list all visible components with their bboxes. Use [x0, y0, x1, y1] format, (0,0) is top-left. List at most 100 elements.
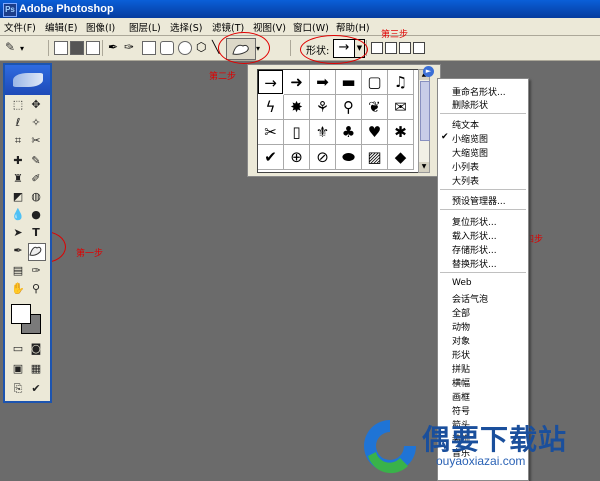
standard-mode-icon[interactable]: ▭ — [10, 341, 26, 357]
shape-cell[interactable]: ♣ — [336, 120, 362, 145]
hand-tool-icon[interactable]: ✋ — [10, 281, 26, 297]
healing-brush-icon[interactable]: ✚ — [10, 153, 26, 169]
menu-edit[interactable]: 编辑(E) — [45, 20, 77, 34]
shape-cell[interactable]: ➡ — [310, 70, 336, 95]
shape-cell[interactable]: ▯ — [284, 120, 310, 145]
shape-cell[interactable]: ◆ — [388, 145, 414, 170]
zoom-tool-icon[interactable]: ⚲ — [28, 281, 44, 297]
menu-item-library[interactable]: Web — [452, 278, 472, 288]
shape-cell[interactable]: ♫ — [388, 70, 414, 95]
fill-pixels-mode-icon[interactable] — [86, 41, 100, 55]
menu-file[interactable]: 文件(F) — [4, 20, 36, 34]
menu-item-text-only[interactable]: 纯文本 — [452, 118, 479, 131]
fullscreen-mode-icon[interactable]: ▦ — [28, 361, 44, 377]
clone-stamp-icon[interactable]: ♜ — [10, 171, 26, 187]
shape-cell[interactable]: ✸ — [284, 95, 310, 120]
exclude-mode-icon[interactable] — [413, 42, 425, 54]
shape-cell[interactable]: ➜ — [284, 70, 310, 95]
custom-shape-tool-icon[interactable] — [28, 243, 46, 261]
shape-cell[interactable]: ⚲ — [336, 95, 362, 120]
shape-cell[interactable]: ❦ — [362, 95, 388, 120]
shape-cell[interactable]: ✉ — [388, 95, 414, 120]
pen-tool-icon[interactable]: ✒ — [10, 243, 26, 259]
menu-item-library[interactable]: 画框 — [452, 390, 470, 403]
shape-cell[interactable]: ⬬ — [336, 145, 362, 170]
shape-cell[interactable]: ▬ — [336, 70, 362, 95]
intersect-mode-icon[interactable] — [399, 42, 411, 54]
picker-menu-button[interactable]: ► — [423, 66, 434, 77]
menu-select[interactable]: 选择(S) — [170, 20, 202, 34]
path-selection-icon[interactable]: ➤ — [10, 225, 26, 241]
freeform-pen-icon[interactable]: ✑ — [124, 40, 134, 54]
quick-mask-icon[interactable]: ◙ — [28, 341, 44, 357]
rounded-rectangle-icon[interactable] — [160, 41, 174, 55]
menu-help[interactable]: 帮助(H) — [336, 20, 370, 34]
tool-preset-icon[interactable]: ✎ — [5, 40, 15, 54]
menu-item-small-list[interactable]: 小列表 — [452, 160, 479, 173]
blur-tool-icon[interactable]: 💧 — [10, 207, 26, 223]
menu-item-library[interactable]: 动物 — [452, 320, 470, 333]
menu-item-large-thumbnail[interactable]: 大缩览图 — [452, 146, 488, 159]
shape-cell[interactable]: ✂ — [258, 120, 284, 145]
check-icon[interactable]: ✔ — [28, 381, 44, 397]
paths-mode-icon[interactable] — [70, 41, 84, 55]
menu-item-library[interactable]: 会话气泡 — [452, 292, 488, 305]
menu-item-large-list[interactable]: 大列表 — [452, 174, 479, 187]
shape-cell[interactable]: ✱ — [388, 120, 414, 145]
eyedropper-icon[interactable]: ✑ — [28, 263, 44, 279]
menu-item-replace-shapes[interactable]: 替换形状... — [452, 257, 497, 270]
menu-item-reset-shapes[interactable]: 复位形状... — [452, 215, 497, 228]
menu-item-rename-shape[interactable]: 重命名形状... — [452, 85, 506, 98]
shape-cell[interactable]: ⊕ — [284, 145, 310, 170]
eraser-tool-icon[interactable]: ◩ — [10, 189, 26, 205]
shape-cell[interactable]: ⚘ — [310, 95, 336, 120]
shape-cell[interactable]: ♥ — [362, 120, 388, 145]
type-tool-icon[interactable]: T — [28, 225, 44, 241]
shape-cell[interactable]: → — [258, 70, 283, 94]
move-tool-icon[interactable]: ✥ — [28, 97, 44, 113]
menu-item-library[interactable]: 对象 — [452, 334, 470, 347]
menu-item-library[interactable]: 横幅 — [452, 376, 470, 389]
dodge-tool-icon[interactable]: ● — [28, 207, 44, 223]
brush-tool-icon[interactable]: ✎ — [28, 153, 44, 169]
menu-window[interactable]: 窗口(W) — [293, 20, 329, 34]
menu-item-delete-shape[interactable]: 删除形状 — [452, 98, 488, 111]
magic-wand-icon[interactable]: ✧ — [28, 115, 44, 131]
menu-item-small-thumbnail[interactable]: 小缩览图 — [452, 132, 488, 145]
slice-tool-icon[interactable]: ✂ — [28, 133, 44, 149]
chevron-down-icon[interactable]: ▾ — [20, 44, 24, 53]
menu-item-library[interactable]: 全部 — [452, 306, 470, 319]
lasso-tool-icon[interactable]: ℓ — [10, 115, 26, 131]
scroll-thumb[interactable] — [420, 81, 430, 141]
shape-cell[interactable]: ▨ — [362, 145, 388, 170]
polygon-shape-icon[interactable]: ⬡ — [196, 40, 206, 54]
menu-item-save-shapes[interactable]: 存储形状... — [452, 243, 497, 256]
menu-item-library[interactable]: 形状 — [452, 348, 470, 361]
menu-item-preset-manager[interactable]: 预设管理器... — [452, 194, 506, 207]
foreground-color-swatch[interactable] — [11, 304, 31, 324]
shape-cell[interactable]: ⊘ — [310, 145, 336, 170]
shape-cell[interactable]: ▢ — [362, 70, 388, 95]
menu-item-library[interactable]: 拼贴 — [452, 362, 470, 375]
shape-cell[interactable]: ϟ — [258, 95, 284, 120]
rectangle-shape-icon[interactable] — [142, 41, 156, 55]
screen-mode-icon[interactable]: ▣ — [10, 361, 26, 377]
shape-cell[interactable]: ✔ — [258, 145, 284, 170]
notes-tool-icon[interactable]: ▤ — [10, 263, 26, 279]
marquee-tool-icon[interactable]: ⬚ — [10, 97, 26, 113]
subtract-mode-icon[interactable] — [385, 42, 397, 54]
combine-mode-icon[interactable] — [371, 42, 383, 54]
scroll-down-icon[interactable]: ▼ — [419, 162, 429, 172]
shape-picker-scrollbar[interactable]: ▲ ▼ — [418, 69, 430, 173]
menu-image[interactable]: 图像(I) — [86, 20, 115, 34]
pen-tool-icon[interactable]: ✒ — [108, 40, 118, 54]
jump-to-imageready-icon[interactable]: ⎘ — [10, 381, 26, 397]
ellipse-shape-icon[interactable] — [178, 41, 192, 55]
shape-cell[interactable]: ⚜ — [310, 120, 336, 145]
menu-layer[interactable]: 图层(L) — [129, 20, 161, 34]
history-brush-icon[interactable]: ✐ — [28, 171, 44, 187]
paint-bucket-icon[interactable]: ◍ — [28, 189, 44, 205]
shape-layers-mode-icon[interactable] — [54, 41, 68, 55]
menu-view[interactable]: 视图(V) — [253, 20, 286, 34]
menu-item-load-shapes[interactable]: 载入形状... — [452, 229, 497, 242]
